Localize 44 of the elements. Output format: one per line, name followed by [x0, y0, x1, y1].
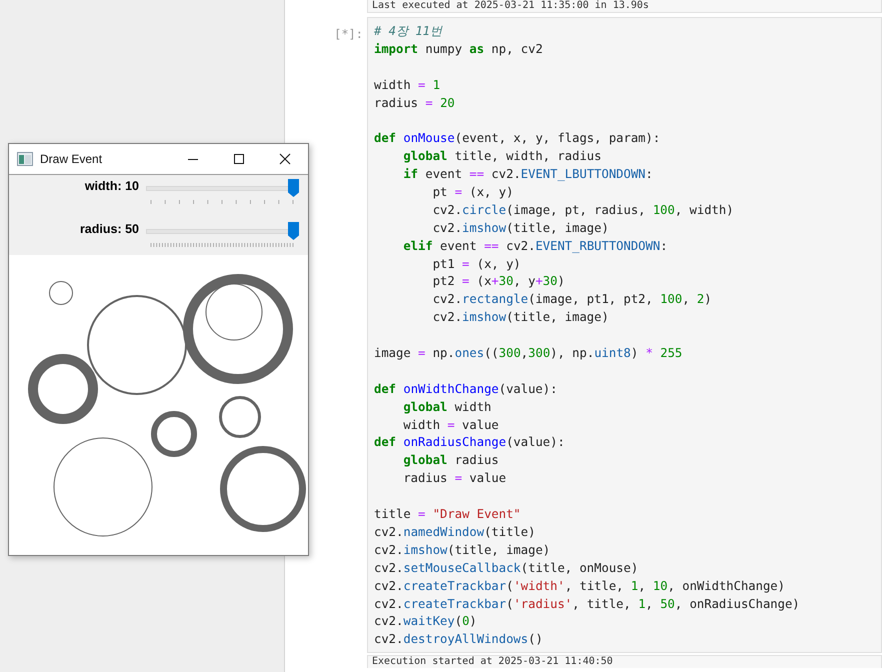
- code-line: cv2.namedWindow(title): [374, 524, 536, 541]
- code-line: global title, width, radius: [403, 148, 602, 166]
- code-line: width = 1: [374, 76, 442, 94]
- code-line: title = "Draw Event": [374, 506, 522, 524]
- execution-status: Last executed at 2025-03-21 11:35:00 in 13.90s: [367, 0, 882, 13]
- code-line: cv2.imshow(title, image): [432, 309, 610, 326]
- slider-thumb[interactable]: [288, 222, 299, 240]
- execution-status: Execution started at 2025-03-21 11:40:50: [367, 655, 882, 668]
- window-title: Draw Event: [40, 152, 104, 166]
- code-line: radius = value: [403, 470, 508, 488]
- code-line: global radius: [403, 452, 500, 470]
- code-line: cv2.rectangle(image, pt1, pt2, 100, 2): [432, 291, 713, 308]
- code-line: cv2.imshow(title, image): [432, 220, 610, 237]
- app-icon: [17, 152, 33, 166]
- trackbar-label: radius: 50: [78, 221, 139, 236]
- code-line: cv2.destroyAllWindows(): [374, 631, 544, 648]
- code-line: import numpy as np, cv2: [374, 40, 544, 58]
- code-line: cv2.circle(image, pt, radius, 100, width): [432, 202, 735, 219]
- code-line: pt1 = (x, y): [432, 256, 522, 273]
- code-line: cv2.createTrackbar('width', title, 1, 10, onWidthChange): [374, 578, 786, 595]
- maximize-icon: [233, 153, 245, 165]
- close-icon: [279, 153, 291, 165]
- trackbar-slider[interactable]: [146, 221, 302, 249]
- code-line: width = value: [403, 416, 500, 434]
- code-line: image = np.ones((300,300), np.uint8) * 255: [374, 345, 684, 362]
- code-line: elif event == cv2.EVENT_RBUTTONDOWN:: [403, 238, 669, 255]
- code-line: # 4장 11번: [374, 23, 444, 40]
- code-line: pt = (x, y): [432, 184, 514, 202]
- code-line: global width: [403, 398, 492, 416]
- trackbar-slider[interactable]: [146, 178, 302, 206]
- code-line: cv2.setMouseCallback(title, onMouse): [374, 560, 640, 577]
- cell-prompt: [*]:: [333, 26, 364, 43]
- code-line: def onWidthChange(value):: [374, 380, 558, 398]
- code-line: cv2.imshow(title, image): [374, 542, 552, 559]
- code-line: if event == cv2.EVENT_LBUTTONDOWN:: [403, 166, 654, 184]
- trackbar-label: width: 10: [84, 178, 139, 193]
- code-line: radius = 20: [374, 94, 456, 112]
- code-line: def onMouse(event, x, y, flags, param):: [374, 130, 662, 148]
- code-cell[interactable]: [367, 17, 882, 654]
- code-line: cv2.waitKey(0): [374, 613, 478, 630]
- code-line: cv2.createTrackbar('radius', title, 1, 50, onRadiusChange): [374, 596, 801, 613]
- code-line: def onRadiusChange(value):: [374, 434, 566, 452]
- code-line: pt2 = (x+30, y+30): [432, 273, 566, 290]
- slider-thumb[interactable]: [288, 179, 299, 197]
